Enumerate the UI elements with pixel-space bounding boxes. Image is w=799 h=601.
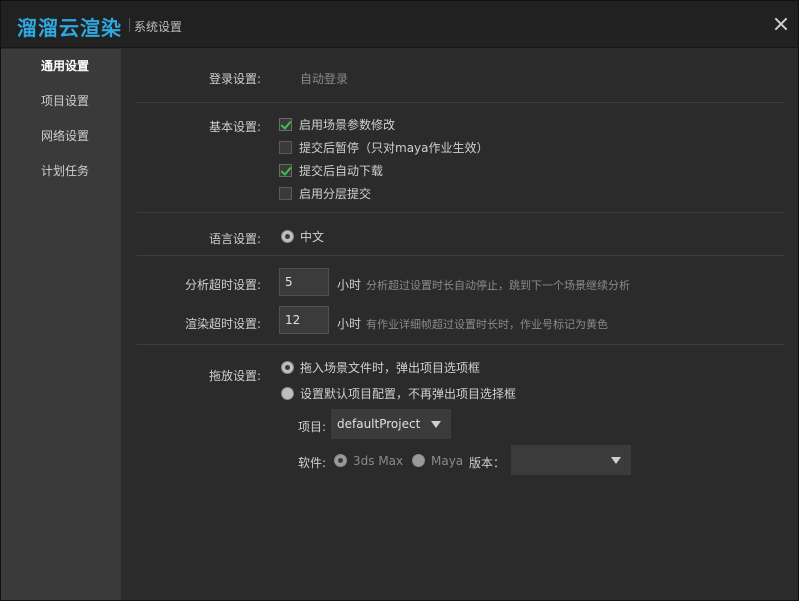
analysis-timeout-input[interactable] <box>279 268 329 296</box>
radio-language-chinese[interactable]: 中文 <box>281 230 324 244</box>
radio-drag-popup[interactable]: 拖入场景文件时，弹出项目选项框 <box>281 361 480 375</box>
radio-label: 拖入场景文件时，弹出项目选项框 <box>300 361 481 375</box>
checkbox-label: 提交后自动下载 <box>299 164 384 178</box>
checkbox-label: 提交后暂停（只对maya作业生效） <box>299 141 489 155</box>
login-label: 登录设置: <box>208 72 261 86</box>
version-label: 版本： <box>469 456 506 470</box>
chevron-down-icon <box>431 421 441 428</box>
project-label: 项目: <box>298 420 327 434</box>
window-title: 系统设置 <box>134 20 183 34</box>
sidebar-item-project[interactable]: 项目设置 <box>1 84 121 119</box>
radio-icon <box>334 454 347 467</box>
language-label: 语言设置: <box>208 232 261 246</box>
checkbox-layer-submit[interactable]: 启用分层提交 <box>279 187 371 201</box>
checkbox-label: 启用分层提交 <box>299 187 372 201</box>
divider <box>137 344 785 345</box>
checkbox-label: 启用场景参数修改 <box>299 118 396 132</box>
radio-software-maya[interactable]: Maya <box>412 454 463 468</box>
radio-software-3dsmax[interactable]: 3ds Max <box>334 454 403 468</box>
radio-label: 中文 <box>300 230 325 244</box>
app-logo: 溜溜云渲染 <box>17 16 122 40</box>
project-dropdown[interactable]: defaultProject <box>331 409 451 439</box>
sidebar-item-schedule[interactable]: 计划任务 <box>1 154 121 189</box>
project-dropdown-value: defaultProject <box>337 417 421 431</box>
login-value: 自动登录 <box>300 72 349 86</box>
settings-window: 溜溜云渲染 系统设置 通用设置 项目设置 网络设置 计划任务 登录设置: 自动登… <box>0 0 799 601</box>
divider <box>137 255 785 256</box>
title-separator <box>129 18 130 32</box>
radio-label: 设置默认项目配置，不再弹出项目选择框 <box>300 387 517 401</box>
analysis-timeout-hint: 分析超过设置时长自动停止，跳到下一个场景继续分析 <box>366 279 630 292</box>
radio-icon <box>281 387 294 400</box>
radio-icon <box>412 454 425 467</box>
checkbox-icon <box>279 187 292 200</box>
render-timeout-label: 渲染超时设置: <box>184 317 261 331</box>
checkbox-icon <box>279 164 292 177</box>
divider <box>137 212 785 213</box>
render-timeout-hint: 有作业详细帧超过设置时长时，作业号标记为黄色 <box>366 318 608 331</box>
software-label: 软件: <box>298 456 327 470</box>
title-bar: 溜溜云渲染 系统设置 <box>1 1 798 48</box>
checkbox-scene-params[interactable]: 启用场景参数修改 <box>279 118 395 132</box>
render-timeout-unit: 小时 <box>337 317 362 331</box>
checkbox-icon <box>279 141 292 154</box>
radio-label: 3ds Max <box>353 454 404 468</box>
radio-icon <box>281 230 294 243</box>
divider <box>137 102 785 103</box>
analysis-timeout-unit: 小时 <box>337 278 362 292</box>
radio-drag-default[interactable]: 设置默认项目配置，不再弹出项目选择框 <box>281 387 516 401</box>
analysis-timeout-label: 分析超时设置: <box>184 278 261 292</box>
checkbox-icon <box>279 118 292 131</box>
chevron-down-icon <box>611 457 621 464</box>
close-icon[interactable] <box>772 15 790 33</box>
basic-label: 基本设置: <box>208 120 261 134</box>
checkbox-pause-after-submit[interactable]: 提交后暂停（只对maya作业生效） <box>279 141 489 155</box>
radio-icon <box>281 361 294 374</box>
version-dropdown[interactable] <box>511 445 631 475</box>
drag-label: 拖放设置: <box>208 369 261 383</box>
render-timeout-input[interactable] <box>279 306 329 334</box>
radio-label: Maya <box>431 454 464 468</box>
checkbox-auto-download[interactable]: 提交后自动下载 <box>279 164 383 178</box>
